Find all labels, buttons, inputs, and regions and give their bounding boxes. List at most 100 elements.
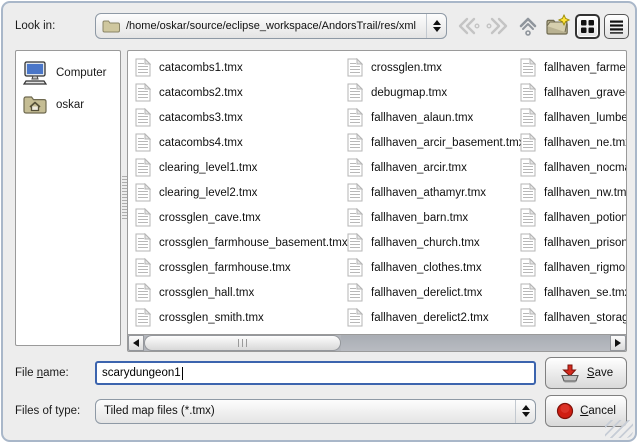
document-icon (520, 133, 536, 152)
document-icon (347, 208, 363, 227)
document-icon (347, 233, 363, 252)
file-name-label: fallhaven_lumber (544, 112, 626, 124)
file-item[interactable]: fallhaven_athamyr.tmx (345, 180, 518, 205)
document-icon (520, 158, 536, 177)
document-icon (135, 183, 151, 202)
file-column-2: crossglen.tmx (345, 55, 518, 334)
file-name-label: clearing_level1.tmx (159, 162, 257, 174)
file-item[interactable]: fallhaven_storag (518, 305, 626, 330)
file-item[interactable]: fallhaven_nocma (518, 155, 626, 180)
place-oskar[interactable]: oskar (16, 90, 120, 120)
grid-view-button[interactable] (575, 14, 600, 39)
file-item[interactable]: fallhaven_derelict.tmx (345, 280, 518, 305)
document-icon (135, 308, 151, 327)
file-name-label: crossglen_hall.tmx (159, 287, 254, 299)
forward-button[interactable] (485, 13, 511, 39)
horizontal-scrollbar[interactable] (128, 334, 626, 351)
file-type-value: Tiled map files (*.tmx) (96, 405, 515, 417)
file-item[interactable]: crossglen_cave.tmx (133, 205, 345, 230)
document-icon (135, 208, 151, 227)
list-view-icon (608, 18, 625, 35)
file-item[interactable]: fallhaven_arcir.tmx (345, 155, 518, 180)
file-name-label: fallhaven_alaun.tmx (371, 112, 473, 124)
scrollbar-track[interactable] (341, 335, 610, 351)
file-item[interactable]: fallhaven_se.tmx (518, 280, 626, 305)
file-item[interactable]: fallhaven_nw.tmx (518, 180, 626, 205)
file-name-label: debugmap.tmx (371, 87, 447, 99)
scroll-left-button[interactable] (128, 335, 144, 351)
new-folder-button[interactable] (545, 13, 571, 39)
path-combo-spinner[interactable] (426, 14, 446, 38)
file-item[interactable]: fallhaven_ne.tmx (518, 130, 626, 155)
file-name-label: catacombs1.tmx (159, 62, 243, 74)
file-column-3: fallhaven_farmer (518, 55, 626, 334)
back-button[interactable] (455, 13, 481, 39)
save-button[interactable]: Save (545, 357, 627, 389)
document-icon (135, 258, 151, 277)
file-name-label: catacombs3.tmx (159, 112, 243, 124)
path-combobox[interactable]: /home/oskar/source/eclipse_workspace/And… (95, 13, 447, 39)
file-list-panel: catacombs1.tmx (127, 50, 627, 352)
type-combo-spinner[interactable] (515, 400, 535, 423)
file-item[interactable]: catacombs3.tmx (133, 105, 345, 130)
file-name-label: catacombs4.tmx (159, 137, 243, 149)
document-icon (135, 133, 151, 152)
back-icon (456, 15, 480, 37)
file-item[interactable]: crossglen.tmx (345, 55, 518, 80)
file-name-label: crossglen_cave.tmx (159, 212, 261, 224)
file-item[interactable]: clearing_level2.tmx (133, 180, 345, 205)
document-icon (520, 58, 536, 77)
arrow-right-icon (615, 339, 621, 347)
document-icon (520, 258, 536, 277)
file-item[interactable]: fallhaven_alaun.tmx (345, 105, 518, 130)
file-item[interactable]: clearing_level1.tmx (133, 155, 345, 180)
place-computer[interactable]: Computer (16, 56, 120, 90)
file-item[interactable]: catacombs2.tmx (133, 80, 345, 105)
file-item[interactable]: debugmap.tmx (345, 80, 518, 105)
file-name-label: fallhaven_nw.tmx (544, 187, 626, 199)
file-name-label: fallhaven_storag (544, 312, 626, 324)
file-item[interactable]: crossglen_farmhouse_basement.tmx (133, 230, 345, 255)
file-name-label: fallhaven_prison (544, 237, 626, 249)
file-item[interactable]: catacombs1.tmx (133, 55, 345, 80)
file-name-label: crossglen_farmhouse_basement.tmx (159, 237, 348, 249)
new-folder-icon (545, 14, 571, 38)
file-name-input[interactable]: scarydungeon1 (95, 361, 536, 385)
file-item[interactable]: fallhaven_barn.tmx (345, 205, 518, 230)
thumb-grip-icon (238, 339, 247, 347)
up-level-icon (516, 14, 540, 38)
file-item[interactable]: crossglen_hall.tmx (133, 280, 345, 305)
scrollbar-thumb[interactable] (144, 335, 341, 351)
file-item[interactable]: fallhaven_graved (518, 80, 626, 105)
scroll-right-button[interactable] (610, 335, 626, 351)
file-type-combobox[interactable]: Tiled map files (*.tmx) (95, 399, 536, 424)
document-icon (520, 108, 536, 127)
file-item[interactable]: fallhaven_farmer (518, 55, 626, 80)
path-text: /home/oskar/source/eclipse_workspace/And… (126, 20, 426, 32)
file-item[interactable]: fallhaven_derelict2.tmx (345, 305, 518, 330)
document-icon (347, 308, 363, 327)
folder-icon (102, 19, 120, 33)
file-item[interactable]: fallhaven_prison (518, 230, 626, 255)
file-item[interactable]: crossglen_farmhouse.tmx (133, 255, 345, 280)
document-icon (135, 233, 151, 252)
file-item[interactable]: fallhaven_rigmor (518, 255, 626, 280)
file-item[interactable]: crossglen_smith.tmx (133, 305, 345, 330)
file-item[interactable]: catacombs4.tmx (133, 130, 345, 155)
file-name-label: crossglen_farmhouse.tmx (159, 262, 291, 274)
list-view-button[interactable] (604, 14, 629, 39)
file-item[interactable]: fallhaven_arcir_basement.tmx (345, 130, 518, 155)
up-level-button[interactable] (515, 13, 541, 39)
place-label: Computer (56, 67, 107, 79)
file-item[interactable]: fallhaven_potion (518, 205, 626, 230)
file-name-label: clearing_level2.tmx (159, 187, 257, 199)
resize-grip[interactable] (605, 420, 633, 438)
file-name-label-text: File name: (15, 367, 95, 379)
nav-buttons (455, 13, 629, 39)
file-item[interactable]: fallhaven_lumber (518, 105, 626, 130)
file-item[interactable]: fallhaven_clothes.tmx (345, 255, 518, 280)
document-icon (347, 158, 363, 177)
document-icon (520, 308, 536, 327)
file-item[interactable]: fallhaven_church.tmx (345, 230, 518, 255)
arrow-left-icon (133, 339, 139, 347)
